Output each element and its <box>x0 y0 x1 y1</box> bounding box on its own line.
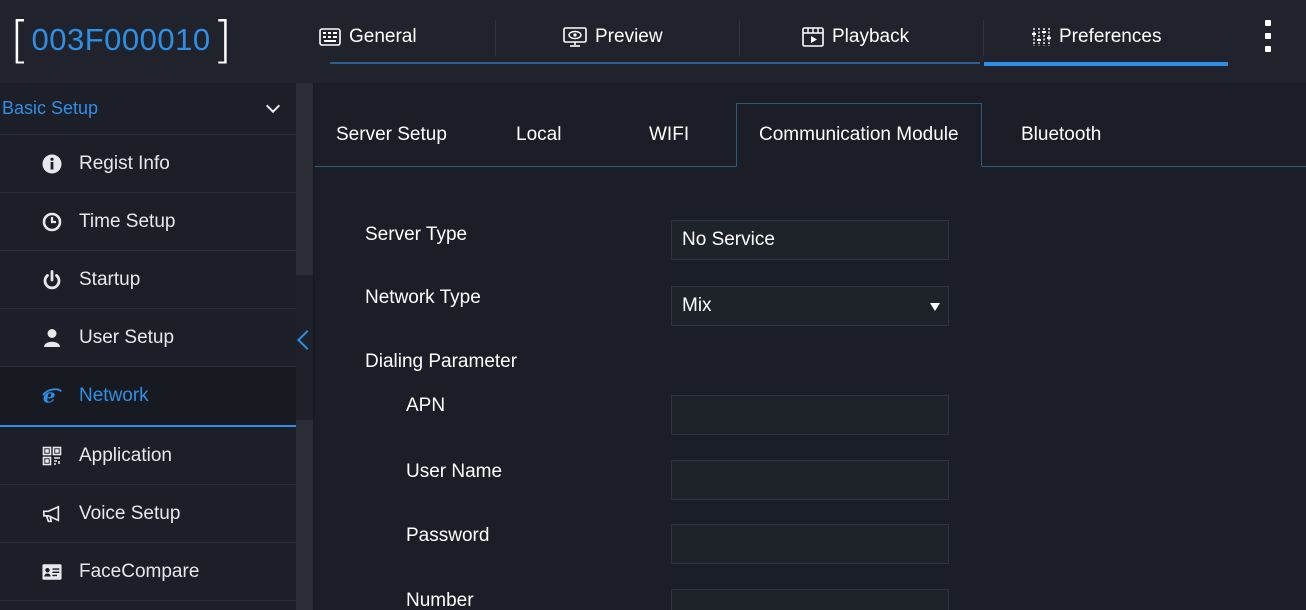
tab-separator <box>739 20 740 56</box>
apn-label: APN <box>406 395 446 416</box>
qr-code-icon <box>42 446 62 466</box>
sidebar-item-facecompare[interactable]: FaceCompare <box>0 543 296 601</box>
sidebar-item-label: Application <box>79 444 172 466</box>
sub-tabs: Server Setup Local WIFI Communication Mo… <box>315 103 1306 167</box>
main-panel: Server Setup Local WIFI Communication Mo… <box>315 83 1306 610</box>
chevron-down-icon <box>265 98 281 114</box>
top-bar: [ 003F000010 ] General Preview Playback … <box>0 0 1306 83</box>
more-menu-icon[interactable] <box>1262 20 1274 52</box>
sidebar-item-network[interactable]: e Network <box>0 367 296 427</box>
subtab-label: WIFI <box>649 123 690 145</box>
sidebar-item-time-setup[interactable]: Time Setup <box>0 193 296 251</box>
bracket-right: ] <box>212 11 233 69</box>
dialing-parameter-heading: Dialing Parameter <box>365 351 518 372</box>
monitor-eye-icon <box>563 27 587 47</box>
network-type-label: Network Type <box>365 287 481 308</box>
number-label: Number <box>406 590 474 610</box>
password-input[interactable] <box>671 524 949 564</box>
subtab-bluetooth[interactable]: Bluetooth <box>1021 103 1101 166</box>
subtab-communication-module[interactable]: Communication Module <box>736 103 982 167</box>
tab-playback-label: Playback <box>832 26 910 47</box>
subtab-local[interactable]: Local <box>516 103 561 166</box>
network-type-select[interactable]: Mix <box>671 286 949 326</box>
id-card-icon <box>42 562 62 582</box>
tab-preview-label: Preview <box>595 26 663 47</box>
server-type-label: Server Type <box>365 224 468 245</box>
subtab-label: Bluetooth <box>1021 123 1102 145</box>
tab-preferences-label: Preferences <box>1059 26 1162 47</box>
power-icon <box>42 269 62 290</box>
subtab-label: Communication Module <box>759 124 959 145</box>
tab-general-label: General <box>349 26 417 47</box>
keyboard-icon <box>319 28 341 46</box>
tab-preview[interactable]: Preview <box>563 20 663 54</box>
user-icon <box>42 328 62 348</box>
subtab-wifi[interactable]: WIFI <box>649 103 689 166</box>
tab-underline <box>330 62 980 64</box>
sliders-icon <box>1032 28 1051 46</box>
sidebar-item-label: Startup <box>79 268 141 290</box>
subtab-server-setup[interactable]: Server Setup <box>336 103 447 166</box>
dropdown-arrow-icon <box>930 303 940 311</box>
user-name-label: User Name <box>406 461 503 482</box>
active-tab-indicator <box>984 62 1228 66</box>
server-type-value: No Service <box>682 229 775 250</box>
main-tabs: General Preview Playback Preferences <box>305 0 1245 70</box>
sidebar-item-startup[interactable]: Startup <box>0 251 296 309</box>
sidebar-item-application[interactable]: Application <box>0 427 296 485</box>
device-id-label: [ 003F000010 ] <box>10 12 232 68</box>
sidebar-item-label: Regist Info <box>79 152 170 174</box>
device-id-text: 003F000010 <box>31 22 211 57</box>
sidebar-item-label: FaceCompare <box>79 560 200 582</box>
subtab-label: Server Setup <box>336 123 447 145</box>
tab-separator <box>495 20 496 56</box>
sidebar-item-label: User Setup <box>79 326 175 348</box>
megaphone-icon <box>42 504 62 524</box>
sidebar-item-regist-info[interactable]: Regist Info <box>0 135 296 193</box>
password-label: Password <box>406 525 490 546</box>
sidebar-item-label: Voice Setup <box>79 502 181 524</box>
subtab-label: Local <box>516 123 562 145</box>
sidebar-item-user-setup[interactable]: User Setup <box>0 309 296 367</box>
sidebar-item-label: Network <box>79 385 149 406</box>
info-circle-icon <box>42 154 62 174</box>
server-type-field[interactable]: No Service <box>671 220 949 260</box>
user-name-input[interactable] <box>671 460 949 500</box>
sidebar-item-voice-setup[interactable]: Voice Setup <box>0 485 296 543</box>
clock-icon <box>42 212 62 232</box>
sidebar-section-label: Basic Setup <box>2 98 99 118</box>
tab-preferences[interactable]: Preferences <box>1031 20 1161 54</box>
apn-input[interactable] <box>671 395 949 435</box>
film-playback-icon <box>802 27 824 47</box>
network-type-value: Mix <box>682 295 712 316</box>
sidebar-item-label: Time Setup <box>79 210 176 232</box>
tab-separator <box>983 20 984 56</box>
sidebar-section-basic-setup[interactable]: Basic Setup <box>0 83 296 135</box>
bracket-left: [ <box>10 11 30 69</box>
tab-general[interactable]: General <box>319 20 417 54</box>
sidebar: Basic Setup Regist Info Time Setup Start… <box>0 83 296 610</box>
internet-e-icon: e <box>42 386 62 406</box>
number-input[interactable] <box>671 589 949 610</box>
tab-playback[interactable]: Playback <box>802 20 909 54</box>
